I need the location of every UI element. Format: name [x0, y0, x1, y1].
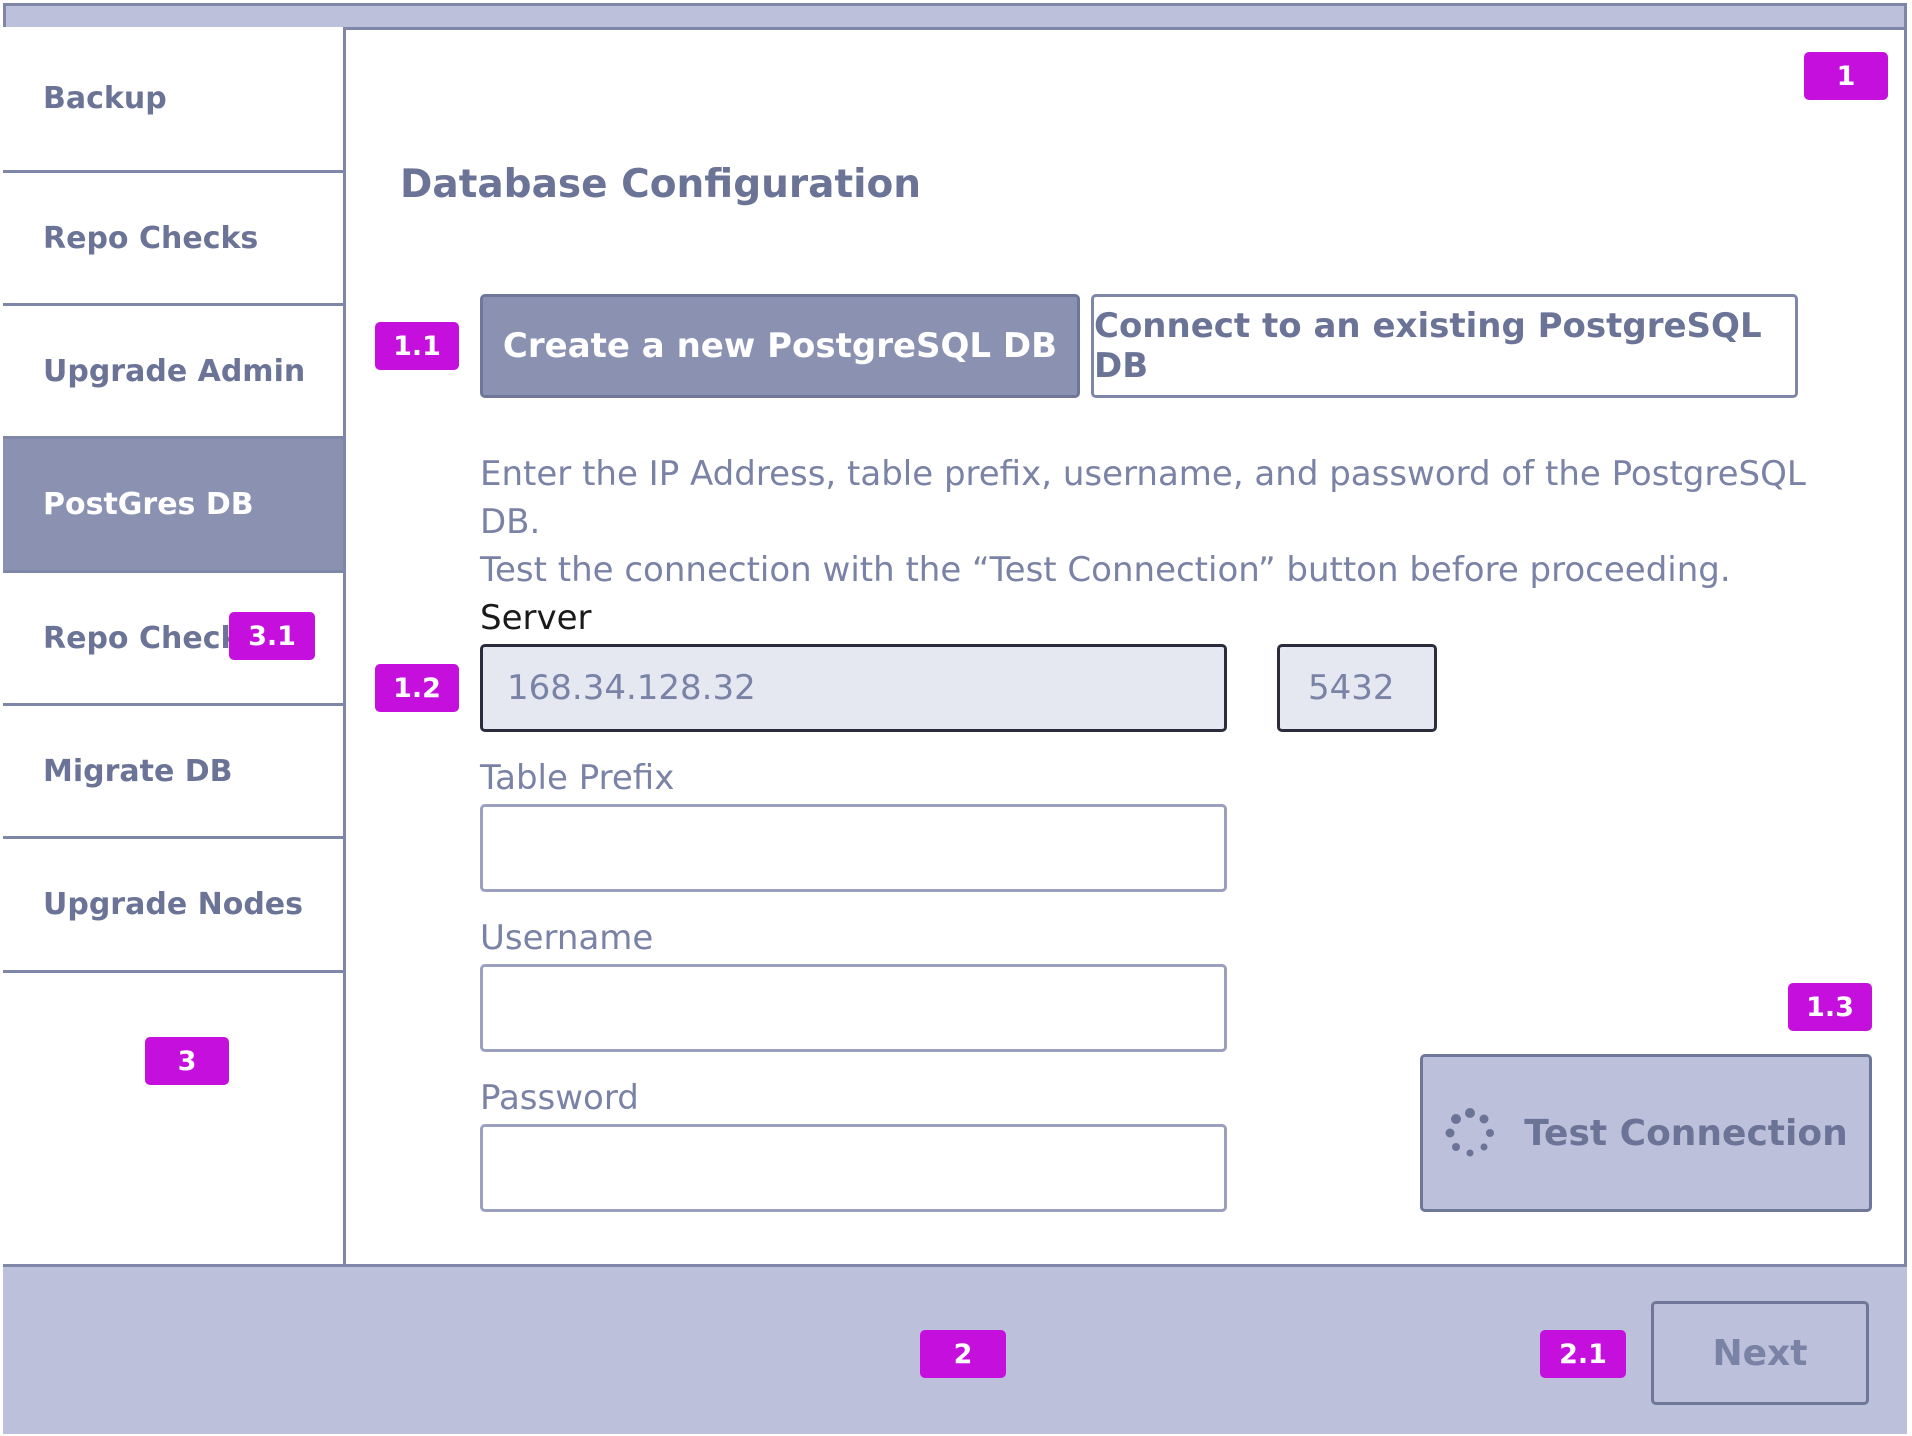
sidebar-item-migrate-db[interactable]: Migrate DB	[3, 706, 343, 839]
title-bar	[3, 3, 1907, 30]
server-host-input[interactable]	[480, 644, 1227, 732]
connect-existing-db-button[interactable]: Connect to an existing PostgreSQL DB	[1091, 294, 1798, 398]
sidebar-item-backup[interactable]: Backup	[3, 27, 343, 173]
server-port-input[interactable]	[1277, 644, 1437, 732]
username-label: Username	[480, 918, 654, 958]
annotation-badge-footer: 2	[920, 1330, 1006, 1378]
username-input[interactable]	[480, 964, 1227, 1052]
table-prefix-input[interactable]	[480, 804, 1227, 892]
instructions-line-1: Enter the IP Address, table prefix, user…	[480, 454, 1806, 542]
annotation-badge-next: 2.1	[1540, 1330, 1626, 1378]
sidebar-item-postgres-db[interactable]: PostGres DB	[3, 439, 343, 573]
annotation-badge-sidebar: 3	[145, 1037, 229, 1085]
annotation-badge-test: 1.3	[1788, 983, 1872, 1031]
spinner-icon	[1445, 1108, 1495, 1157]
sidebar-item-label: Migrate DB	[43, 753, 233, 789]
annotation-badge-main: 1	[1804, 52, 1888, 100]
sidebar-item-label: Backup	[43, 81, 167, 116]
sidebar-item-label: PostGres DB	[43, 487, 254, 522]
password-input[interactable]	[480, 1124, 1227, 1212]
table-prefix-label: Table Prefix	[480, 758, 675, 798]
sidebar-item-label: Repo Checks	[43, 620, 259, 656]
instructions-text: Enter the IP Address, table prefix, user…	[480, 450, 1840, 594]
sidebar-item-upgrade-admin[interactable]: Upgrade Admin	[3, 306, 343, 439]
annotation-badge-server: 1.2	[375, 664, 459, 712]
password-label: Password	[480, 1078, 639, 1118]
sidebar-item-upgrade-nodes[interactable]: Upgrade Nodes	[3, 839, 343, 973]
annotation-badge-sidebar-item: 3.1	[229, 612, 315, 660]
sidebar-item-label: Upgrade Admin	[43, 353, 306, 389]
test-connection-label: Test Connection	[1524, 1112, 1848, 1154]
next-button[interactable]: Next	[1651, 1301, 1869, 1405]
sidebar-item-label: Upgrade Nodes	[43, 887, 304, 922]
sidebar-item-repo-checks[interactable]: Repo Checks	[3, 173, 343, 306]
sidebar-item-label: Repo Checks	[43, 220, 259, 256]
create-db-button[interactable]: Create a new PostgreSQL DB	[480, 294, 1080, 398]
page-title: Database Configuration	[400, 162, 922, 207]
test-connection-button[interactable]: Test Connection	[1420, 1054, 1872, 1212]
annotation-badge-db-mode: 1.1	[375, 322, 459, 370]
instructions-line-2: Test the connection with the “Test Conne…	[480, 550, 1731, 590]
server-label: Server	[480, 598, 592, 638]
